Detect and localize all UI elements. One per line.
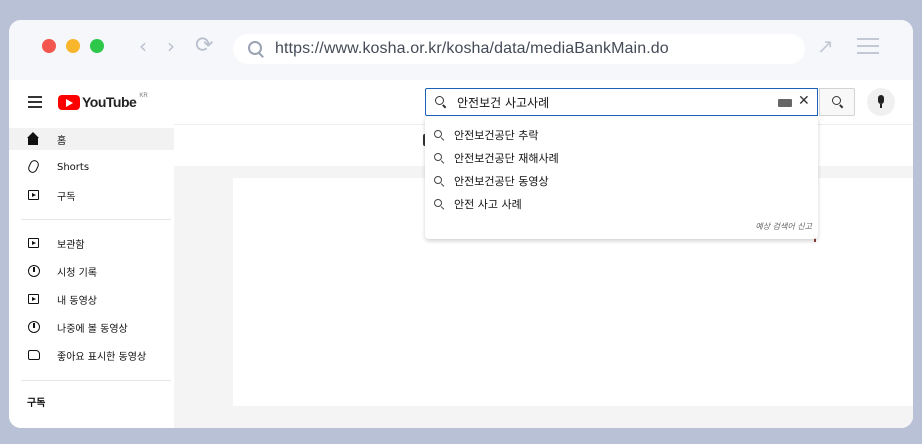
suggestion-text: 안전보건공단 재해사례: [454, 152, 559, 165]
report-predictions-link[interactable]: 예상 검색어 신고: [755, 221, 812, 232]
sidebar-item-label: 좋아요 표시한 동영상: [57, 351, 147, 363]
subscriptions-section-title: 구독: [27, 398, 46, 409]
youtube-page: YouTube KR 안전보건 사고사례 ✕ 홈 Shorts 구독 보관함 시…: [9, 80, 913, 428]
clear-search-icon[interactable]: ✕: [798, 93, 810, 109]
sidebar-item-liked-videos[interactable]: 좋아요 표시한 동영상: [9, 344, 174, 366]
sidebar-item-home[interactable]: 홈: [9, 128, 174, 150]
browser-toolbar: ‹ › ⟳ https://www.kosha.or.kr/kosha/data…: [9, 20, 913, 80]
close-window-button[interactable]: [42, 39, 56, 53]
sidebar-item-subscriptions[interactable]: 구독: [9, 184, 174, 206]
browser-window: ‹ › ⟳ https://www.kosha.or.kr/kosha/data…: [9, 20, 913, 428]
search-input[interactable]: 안전보건 사고사례 ✕: [425, 88, 818, 116]
sidebar-item-label: 보관함: [57, 239, 85, 251]
reload-icon[interactable]: ⟳: [195, 34, 213, 58]
sidebar-item-label: 시청 기록: [57, 267, 97, 279]
history-icon: [27, 264, 41, 278]
watch-later-icon: [27, 320, 41, 334]
back-arrow-icon[interactable]: ‹: [139, 34, 147, 58]
sidebar-item-shorts[interactable]: Shorts: [9, 156, 174, 178]
search-icon: [434, 152, 445, 164]
subscriptions-icon: [27, 188, 41, 202]
youtube-wordmark: YouTube: [82, 94, 137, 110]
suggestion-item[interactable]: 안전 사고 사례: [434, 194, 522, 214]
address-bar[interactable]: https://www.kosha.or.kr/kosha/data/media…: [233, 34, 805, 64]
suggestion-item[interactable]: 안전보건공단 동영상: [434, 171, 549, 191]
search-icon: [434, 129, 445, 141]
youtube-play-icon: [58, 94, 80, 110]
home-icon: [27, 132, 41, 146]
keyboard-icon[interactable]: [778, 99, 792, 107]
search-icon: [832, 96, 844, 108]
minimize-window-button[interactable]: [66, 39, 80, 53]
sidebar-item-library[interactable]: 보관함: [9, 232, 174, 254]
shorts-icon: [26, 158, 41, 175]
search-icon: [247, 40, 265, 58]
forward-arrow-icon[interactable]: ›: [167, 34, 175, 58]
search-button[interactable]: [819, 88, 855, 116]
sidebar: 홈 Shorts 구독 보관함 시청 기록 내 동영상 나중에 볼 동영상 좋아…: [9, 124, 174, 428]
sidebar-item-watch-later[interactable]: 나중에 볼 동영상: [9, 316, 174, 338]
sidebar-item-label: 내 동영상: [57, 295, 97, 307]
url-text: https://www.kosha.or.kr/kosha/data/media…: [275, 40, 669, 57]
sidebar-divider: [21, 380, 171, 381]
search-icon: [435, 96, 447, 108]
suggestion-item[interactable]: 안전보건공단 재해사례: [434, 148, 559, 168]
liked-videos-icon: [27, 348, 41, 362]
youtube-logo[interactable]: YouTube KR: [58, 92, 148, 112]
sidebar-item-label: 나중에 볼 동영상: [57, 323, 128, 335]
voice-search-mic-icon[interactable]: [867, 88, 895, 116]
search-icon: [434, 198, 445, 210]
sidebar-item-label: Shorts: [57, 161, 90, 173]
your-videos-icon: [27, 292, 41, 306]
menu-icon[interactable]: [857, 38, 879, 54]
sidebar-item-label: 홈: [57, 135, 67, 147]
suggestion-text: 안전 사고 사례: [454, 198, 522, 211]
hamburger-menu-icon[interactable]: [28, 96, 42, 108]
search-icon: [434, 175, 445, 187]
suggestion-text: 안전보건공단 추락: [454, 129, 539, 142]
sidebar-item-label: 구독: [57, 191, 76, 203]
sidebar-item-history[interactable]: 시청 기록: [9, 260, 174, 282]
library-icon: [27, 236, 41, 250]
search-query: 안전보건 사고사례: [457, 95, 550, 110]
suggestion-text: 안전보건공단 동영상: [454, 175, 549, 188]
expand-icon[interactable]: ↗: [817, 35, 839, 57]
search-suggestions-dropdown: 안전보건공단 추락 안전보건공단 재해사례 안전보건공단 동영상 안전 사고 사…: [425, 117, 818, 239]
suggestion-item[interactable]: 안전보건공단 추락: [434, 125, 538, 145]
sidebar-divider: [21, 219, 171, 220]
sidebar-item-your-videos[interactable]: 내 동영상: [9, 288, 174, 310]
region-code: KR: [139, 93, 148, 99]
maximize-window-button[interactable]: [90, 39, 104, 53]
